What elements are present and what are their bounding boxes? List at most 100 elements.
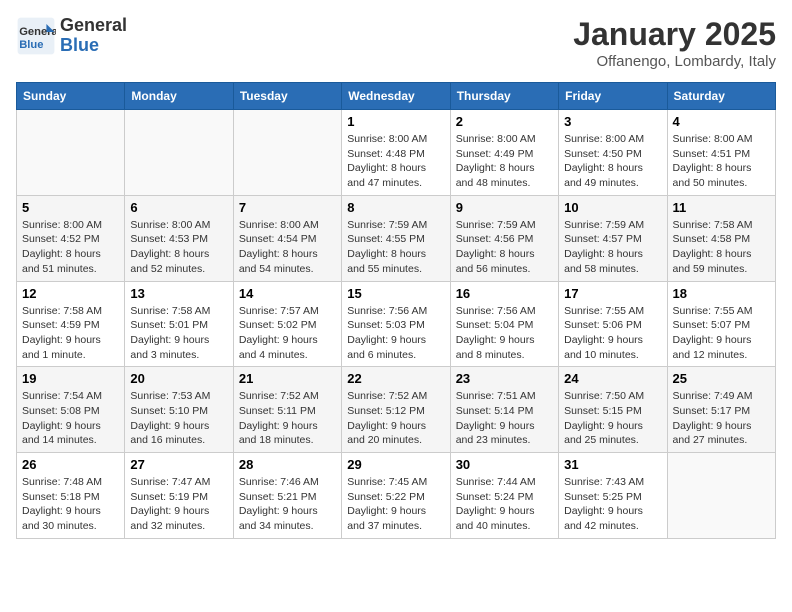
calendar-cell: 9Sunrise: 7:59 AM Sunset: 4:56 PM Daylig… [450,195,558,281]
calendar-cell: 5Sunrise: 8:00 AM Sunset: 4:52 PM Daylig… [17,195,125,281]
day-info: Sunrise: 7:46 AM Sunset: 5:21 PM Dayligh… [239,475,336,534]
calendar-cell: 29Sunrise: 7:45 AM Sunset: 5:22 PM Dayli… [342,453,450,539]
calendar-week-row: 26 Sunrise: 7:48 AM Sunset: 5:18 PM Dayli… [17,453,776,539]
day-number: 4 [673,114,770,129]
day-number: 20 [130,371,227,386]
day-info: Sunrise: 8:00 AM Sunset: 4:51 PM Dayligh… [673,132,770,191]
calendar-cell: 22 Sunrise: 7:52 AM Sunset: 5:12 PM Dayli… [342,367,450,453]
weekday-header: Sunday [17,83,125,110]
day-info: Sunrise: 7:53 AM Sunset: 5:10 PM Dayligh… [130,389,227,448]
day-info: Sunrise: 7:58 AM Sunset: 4:58 PM Dayligh… [673,218,770,277]
calendar-cell: 21 Sunrise: 7:52 AM Sunset: 5:11 PM Dayli… [233,367,341,453]
calendar-cell: 23 Sunrise: 7:51 AM Sunset: 5:14 PM Dayli… [450,367,558,453]
weekday-header: Monday [125,83,233,110]
day-info: Sunrise: 7:58 AM Sunset: 4:59 PM Dayligh… [22,304,119,363]
calendar-cell: 16 Sunrise: 7:56 AM Sunset: 5:04 PM Dayli… [450,281,558,367]
calendar-week-row: 1 Sunrise: 8:00 AM Sunset: 4:48 PM Daylig… [17,110,776,196]
calendar-cell: 30 Sunrise: 7:44 AM Sunset: 5:24 PM Dayli… [450,453,558,539]
day-info: Sunrise: 7:52 AM Sunset: 5:11 PM Dayligh… [239,389,336,448]
calendar-cell: 12 Sunrise: 7:58 AM Sunset: 4:59 PM Dayli… [17,281,125,367]
weekday-header: Saturday [667,83,775,110]
day-number: 25 [673,371,770,386]
calendar-cell: 13 Sunrise: 7:58 AM Sunset: 5:01 PM Dayli… [125,281,233,367]
logo-line1: General [60,15,127,35]
day-info: Sunrise: 7:57 AM Sunset: 5:02 PM Dayligh… [239,304,336,363]
calendar-cell: 3Sunrise: 8:00 AM Sunset: 4:50 PM Daylig… [559,110,667,196]
day-number: 11 [673,200,770,215]
calendar-week-row: 12 Sunrise: 7:58 AM Sunset: 4:59 PM Dayli… [17,281,776,367]
calendar-cell: 31 Sunrise: 7:43 AM Sunset: 5:25 PM Dayli… [559,453,667,539]
calendar-table: SundayMondayTuesdayWednesdayThursdayFrid… [16,82,776,539]
calendar-cell: 4 Sunrise: 8:00 AM Sunset: 4:51 PM Daylig… [667,110,775,196]
day-number: 12 [22,286,119,301]
day-info: Sunrise: 7:56 AM Sunset: 5:04 PM Dayligh… [456,304,553,363]
day-number: 26 [22,457,119,472]
day-number: 21 [239,371,336,386]
day-number: 31 [564,457,661,472]
day-number: 23 [456,371,553,386]
calendar-cell: 25 Sunrise: 7:49 AM Sunset: 5:17 PM Dayli… [667,367,775,453]
day-number: 24 [564,371,661,386]
weekday-header: Friday [559,83,667,110]
day-number: 16 [456,286,553,301]
day-number: 30 [456,457,553,472]
weekday-header: Tuesday [233,83,341,110]
calendar-week-row: 5Sunrise: 8:00 AM Sunset: 4:52 PM Daylig… [17,195,776,281]
day-number: 6 [130,200,227,215]
calendar-cell: 15Sunrise: 7:56 AM Sunset: 5:03 PM Dayli… [342,281,450,367]
day-info: Sunrise: 7:48 AM Sunset: 5:18 PM Dayligh… [22,475,119,534]
logo-icon: General Blue [16,16,56,56]
calendar-cell: 8 Sunrise: 7:59 AM Sunset: 4:55 PM Daylig… [342,195,450,281]
day-info: Sunrise: 7:49 AM Sunset: 5:17 PM Dayligh… [673,389,770,448]
page-header: General Blue General Blue January 2025 O… [16,16,776,70]
day-info: Sunrise: 7:52 AM Sunset: 5:12 PM Dayligh… [347,389,444,448]
logo: General Blue General Blue [16,16,127,56]
svg-text:General: General [19,26,56,38]
svg-text:Blue: Blue [19,39,43,51]
day-info: Sunrise: 7:50 AM Sunset: 5:15 PM Dayligh… [564,389,661,448]
calendar-cell [125,110,233,196]
month-title: January 2025 [573,16,776,53]
day-info: Sunrise: 8:00 AM Sunset: 4:54 PM Dayligh… [239,218,336,277]
day-number: 13 [130,286,227,301]
day-number: 22 [347,371,444,386]
calendar-cell [233,110,341,196]
day-info: Sunrise: 7:54 AM Sunset: 5:08 PM Dayligh… [22,389,119,448]
day-info: Sunrise: 7:59 AM Sunset: 4:57 PM Dayligh… [564,218,661,277]
day-number: 19 [22,371,119,386]
day-info: Sunrise: 7:55 AM Sunset: 5:06 PM Dayligh… [564,304,661,363]
day-info: Sunrise: 8:00 AM Sunset: 4:48 PM Dayligh… [347,132,444,191]
day-number: 9 [456,200,553,215]
day-number: 27 [130,457,227,472]
calendar-cell: 1 Sunrise: 8:00 AM Sunset: 4:48 PM Daylig… [342,110,450,196]
logo-line2: Blue [60,36,127,56]
day-number: 7 [239,200,336,215]
day-number: 29 [347,457,444,472]
calendar-cell: 27 Sunrise: 7:47 AM Sunset: 5:19 PM Dayli… [125,453,233,539]
day-info: Sunrise: 7:56 AM Sunset: 5:03 PM Dayligh… [347,304,444,363]
day-info: Sunrise: 7:47 AM Sunset: 5:19 PM Dayligh… [130,475,227,534]
day-number: 1 [347,114,444,129]
day-number: 10 [564,200,661,215]
day-info: Sunrise: 7:51 AM Sunset: 5:14 PM Dayligh… [456,389,553,448]
calendar-cell: 11 Sunrise: 7:58 AM Sunset: 4:58 PM Dayli… [667,195,775,281]
day-number: 8 [347,200,444,215]
calendar-cell [667,453,775,539]
calendar-cell: 24 Sunrise: 7:50 AM Sunset: 5:15 PM Dayli… [559,367,667,453]
calendar-cell: 20 Sunrise: 7:53 AM Sunset: 5:10 PM Dayli… [125,367,233,453]
day-number: 17 [564,286,661,301]
day-info: Sunrise: 8:00 AM Sunset: 4:53 PM Dayligh… [130,218,227,277]
day-info: Sunrise: 7:44 AM Sunset: 5:24 PM Dayligh… [456,475,553,534]
location: Offanengo, Lombardy, Italy [573,53,776,70]
day-info: Sunrise: 7:58 AM Sunset: 5:01 PM Dayligh… [130,304,227,363]
calendar-cell: 17 Sunrise: 7:55 AM Sunset: 5:06 PM Dayli… [559,281,667,367]
calendar-cell: 7 Sunrise: 8:00 AM Sunset: 4:54 PM Daylig… [233,195,341,281]
day-info: Sunrise: 7:43 AM Sunset: 5:25 PM Dayligh… [564,475,661,534]
calendar-cell: 2Sunrise: 8:00 AM Sunset: 4:49 PM Daylig… [450,110,558,196]
day-info: Sunrise: 7:55 AM Sunset: 5:07 PM Dayligh… [673,304,770,363]
day-number: 28 [239,457,336,472]
day-info: Sunrise: 7:59 AM Sunset: 4:55 PM Dayligh… [347,218,444,277]
day-number: 14 [239,286,336,301]
day-info: Sunrise: 8:00 AM Sunset: 4:49 PM Dayligh… [456,132,553,191]
calendar-cell: 28 Sunrise: 7:46 AM Sunset: 5:21 PM Dayli… [233,453,341,539]
